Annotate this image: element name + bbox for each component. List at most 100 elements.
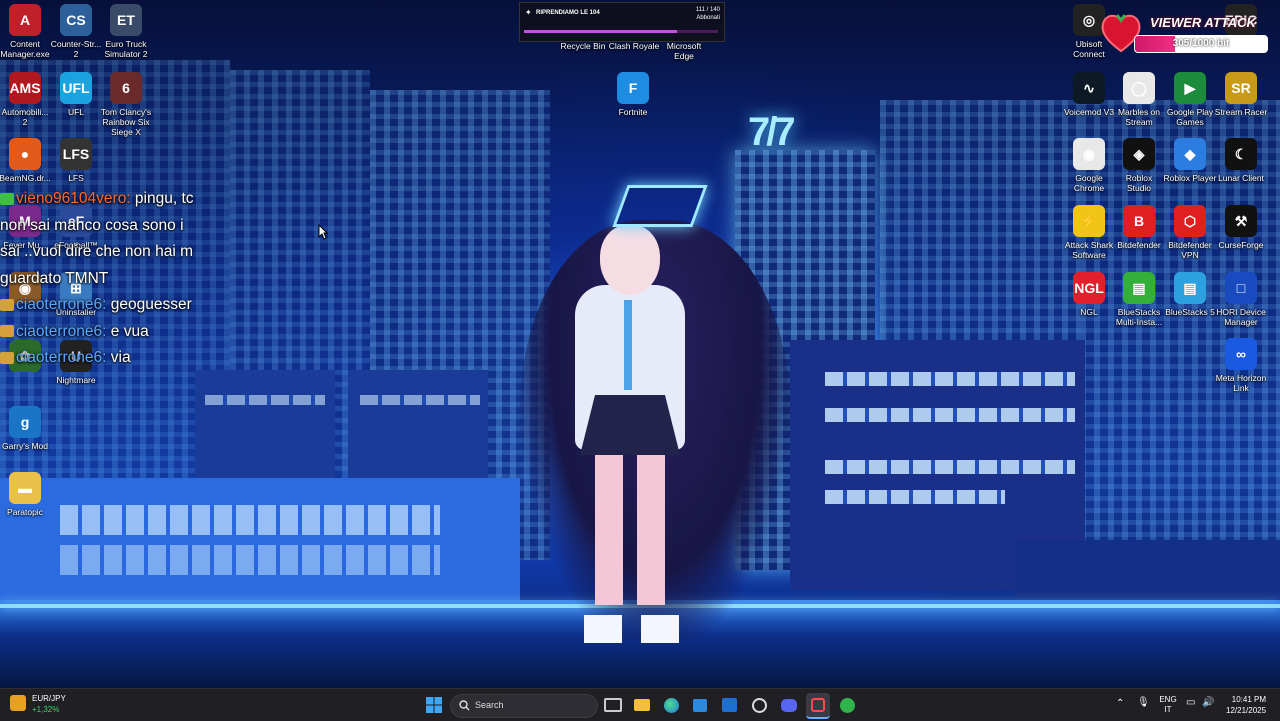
meta-horizon-shortcut[interactable]: ∞ Meta Horizon Link <box>1210 338 1272 393</box>
shortcut-label: BlueStacks 5 <box>1165 307 1215 317</box>
search-icon <box>459 700 470 711</box>
shortcut-label: BeamNG.dr... <box>0 173 51 183</box>
shortcut-label: Voicemod V3 <box>1063 107 1115 117</box>
wallpaper-neon-sign: 7/7 <box>748 110 796 154</box>
shortcut-label: Tom Clancy's Rainbow Six Siege X <box>100 107 152 137</box>
taskbar-xbox[interactable] <box>835 693 859 717</box>
shortcut-label: Google Play Games <box>1166 107 1214 127</box>
shortcut-label: Attack Shark Software <box>1064 240 1114 260</box>
clock-date: 12/21/2025 <box>1226 706 1267 715</box>
fortnite-shortcut[interactable]: F Fortnite <box>602 72 664 117</box>
taskbar-active-app[interactable] <box>806 693 830 719</box>
bitdefender-icon: B <box>1123 205 1155 237</box>
shortcut-label: LFS <box>68 173 84 183</box>
viewer-attack-label: 305/1000 bit <box>1172 38 1230 49</box>
euro-truck-shortcut[interactable]: ET Euro Truck Simulator 2 <box>95 4 157 59</box>
taskbar-discord[interactable] <box>777 693 801 717</box>
task-view-button[interactable] <box>601 693 625 717</box>
paratopic-icon: ▬ <box>9 472 41 504</box>
chevron-up-icon[interactable]: ⌃ <box>1116 699 1124 709</box>
wallpaper-windows <box>205 395 325 405</box>
wallpaper-windows <box>825 372 1075 386</box>
ticker-icon <box>10 695 26 711</box>
roblox-player-icon: ◆ <box>1174 138 1206 170</box>
taskbar-outlook[interactable] <box>717 693 741 717</box>
shortcut-label: CurseForge <box>1218 240 1264 250</box>
wallpaper-windows <box>60 505 440 535</box>
shortcut-label: Google Chrome <box>1073 173 1105 193</box>
shortcut-label: Roblox Studio <box>1125 173 1153 193</box>
taskbar-file-explorer[interactable] <box>630 693 654 717</box>
shortcut-label: Roblox Player <box>1163 173 1217 183</box>
stream-racer-icon: SR <box>1225 72 1257 104</box>
shortcut-label: UFL <box>67 107 85 117</box>
shortcut-label: Garry's Mod <box>1 441 49 451</box>
character-skirt <box>580 395 680 455</box>
shortcut-label: Euro Truck Simulator 2 <box>104 39 148 59</box>
character-halo <box>612 185 708 227</box>
ticker-change: +1,32% <box>32 705 60 714</box>
character-head <box>600 225 660 295</box>
curseforge-shortcut[interactable]: ⚒ CurseForge <box>1210 205 1272 250</box>
rainbow-six-shortcut[interactable]: 6 Tom Clancy's Rainbow Six Siege X <box>95 72 157 137</box>
sub-goal-progress-fill <box>524 30 678 33</box>
wallpaper-windows <box>60 545 440 575</box>
taskbar-search[interactable]: Search <box>450 694 598 718</box>
taskbar-store[interactable] <box>688 693 712 717</box>
network-icon[interactable]: ▭ <box>1186 698 1195 708</box>
stream-racer-shortcut[interactable]: SR Stream Racer <box>1210 72 1272 117</box>
shortcut-label: Marbles on Stream <box>1117 107 1161 127</box>
shortcut-label: Fortnite <box>618 107 648 117</box>
bluestacks-multi-icon: ▤ <box>1123 272 1155 304</box>
sub-goal-title: RIPRENDIAMO LE 104 <box>536 10 600 16</box>
chat-message: vieno96104vero: pingu, tc <box>0 186 250 213</box>
beamng-icon: ● <box>9 138 41 170</box>
taskbar-edge[interactable] <box>659 693 683 717</box>
chat-message: ciaoterrone6: e vua <box>0 319 250 346</box>
shortcut-label: Stream Racer <box>1214 107 1268 117</box>
shortcut-label: HORI Device Manager <box>1216 307 1266 327</box>
counter-strike-icon: CS <box>60 4 92 36</box>
wallpaper-building-front <box>1015 540 1280 605</box>
edge-shortcut[interactable]: Microsoft Edge <box>653 41 715 61</box>
language-bottom: IT <box>1164 705 1172 714</box>
volume-icon[interactable]: 🔊 <box>1202 698 1214 708</box>
chat-badge-icon <box>0 325 14 338</box>
sub-goal-progress-track <box>524 30 718 33</box>
lfs-shortcut[interactable]: LFS LFS <box>45 138 107 183</box>
lunar-client-icon: ☾ <box>1225 138 1257 170</box>
start-button[interactable] <box>422 693 446 717</box>
mail-icon <box>721 698 737 712</box>
store-icon <box>693 698 707 712</box>
shortcut-label: Bitdefender <box>1117 240 1161 250</box>
shortcut-label: Counter-Str... 2 <box>50 39 102 59</box>
wallpaper-building-front <box>348 370 488 480</box>
sub-goal-widget: ✦ RIPRENDIAMO LE 104 111 / 140 Abbonati <box>519 2 725 42</box>
lunar-client-shortcut[interactable]: ☾ Lunar Client <box>1210 138 1272 183</box>
chat-overlay: vieno96104vero: pingu, tc non sai manco c… <box>0 186 250 372</box>
microphone-icon[interactable]: 🎙 <box>1137 698 1150 708</box>
edge-icon <box>663 697 679 713</box>
bitdefender-vpn-icon: ⬡ <box>1174 205 1206 237</box>
shortcut-label: Automobili... 2 <box>1 107 49 127</box>
paratopic-shortcut[interactable]: ▬ Paratopic <box>0 472 56 517</box>
chat-username: ciaoterrone6: <box>16 296 107 313</box>
shortcut-label: Bitdefender VPN <box>1168 240 1212 260</box>
taskbar-obs[interactable] <box>747 693 771 717</box>
character-legs <box>595 455 665 605</box>
chat-message: ciaoterrone6: geoguesser <box>0 292 250 319</box>
hori-device-shortcut[interactable]: □ HORI Device Manager <box>1210 272 1272 327</box>
wallpaper-building-front <box>195 370 335 480</box>
wallpaper-windows <box>825 460 1075 474</box>
folder-icon <box>634 699 650 711</box>
viewer-attack-title: VIEWER ATTACK <box>1150 15 1256 30</box>
chat-username: vieno96104vero: <box>16 190 131 207</box>
chat-message: ciaoterrone6: via <box>0 345 250 372</box>
clock[interactable]: 10:41 PM 12/21/2025 <box>1226 694 1266 716</box>
shortcut-label: BlueStacks Multi-Insta... <box>1115 307 1163 327</box>
garrys-mod-shortcut[interactable]: g Garry's Mod <box>0 406 56 451</box>
language-indicator[interactable]: ENG IT <box>1156 695 1180 715</box>
sub-goal-count-value: 111 / 140 <box>695 7 720 13</box>
voicemod-icon: ∿ <box>1073 72 1105 104</box>
bluestacks5-icon: ▤ <box>1174 272 1206 304</box>
